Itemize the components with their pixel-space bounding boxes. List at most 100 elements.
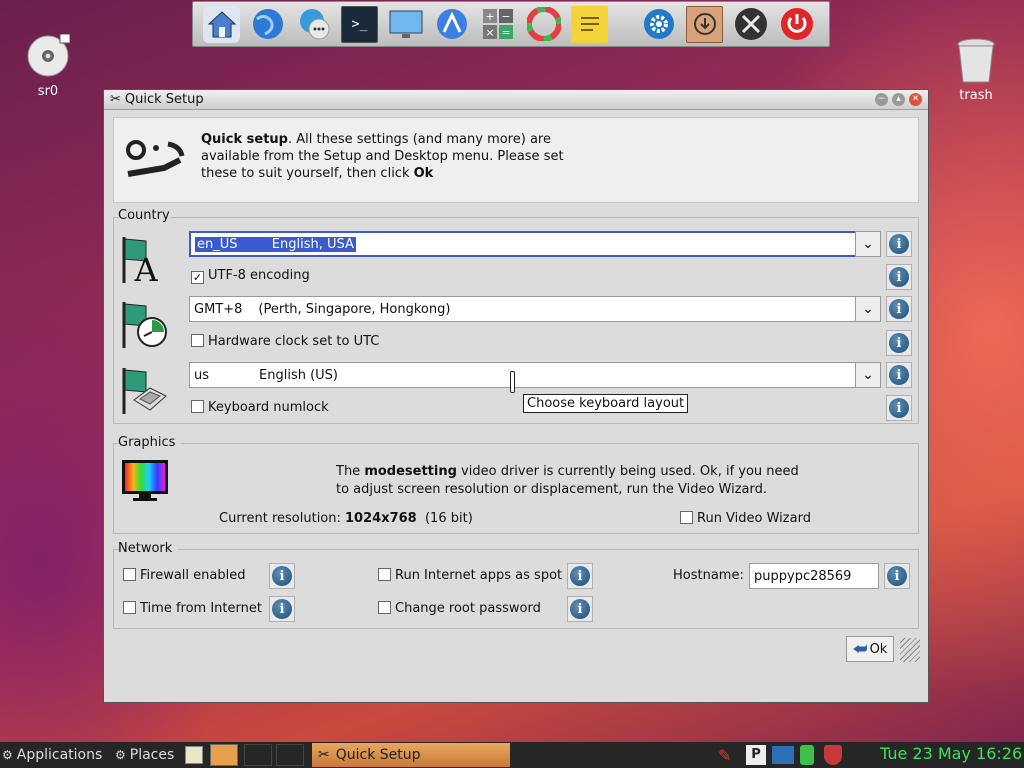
timesync-info-button[interactable]: i xyxy=(269,596,295,622)
terminal-icon[interactable]: >_ xyxy=(341,5,378,43)
chat-icon[interactable] xyxy=(295,6,332,43)
country-group-title: Country xyxy=(118,208,170,223)
info-icon: i xyxy=(889,299,909,319)
tray-network-icon[interactable] xyxy=(772,746,794,764)
workspace-1-button[interactable] xyxy=(210,744,238,766)
clock[interactable]: Tue 23 May 16:26 xyxy=(880,744,1022,763)
timesync-checkbox[interactable]: Time from Internet xyxy=(123,601,262,616)
minimize-icon[interactable]: − xyxy=(875,93,888,106)
svg-text:=: = xyxy=(501,26,510,39)
numlock-checkbox-box[interactable] xyxy=(191,400,204,413)
intro-panel: Quick setup. All these settings (and man… xyxy=(113,117,919,203)
tray-shield-icon[interactable] xyxy=(824,745,842,765)
workspace-2-button[interactable] xyxy=(244,744,272,766)
timezone-flag-icon xyxy=(122,302,167,348)
firewall-checkbox[interactable]: Firewall enabled xyxy=(123,568,245,583)
info-icon: i xyxy=(889,398,909,418)
spot-checkbox[interactable]: Run Internet apps as spot xyxy=(378,568,562,583)
keyboard-code: us xyxy=(194,367,210,383)
show-desktop-icon[interactable] xyxy=(185,746,203,764)
info-icon: i xyxy=(889,333,909,353)
keyboard-layout-select[interactable]: us English (US) xyxy=(189,362,857,388)
rootpw-checkbox[interactable]: Change root password xyxy=(378,601,541,616)
timezone-dropdown-button[interactable]: ⌄ xyxy=(855,296,881,322)
trash-desktop-icon[interactable]: trash xyxy=(950,38,1002,103)
package-icon[interactable] xyxy=(686,5,723,43)
locale-dropdown-button[interactable]: ⌄ xyxy=(855,231,881,257)
chevron-down-icon: ⌄ xyxy=(862,236,874,252)
hostname-info-button[interactable]: i xyxy=(884,563,910,589)
timesync-checkbox-box[interactable] xyxy=(123,601,136,614)
power-icon[interactable] xyxy=(778,6,815,43)
utf8-info-button[interactable]: i xyxy=(886,264,912,290)
applications-icon: ⚙ xyxy=(2,748,13,762)
window-title: Quick Setup xyxy=(124,92,204,107)
settings-icon[interactable] xyxy=(640,6,677,43)
locale-code: en_US xyxy=(197,236,238,252)
task-quick-setup[interactable]: ✂ Quick Setup xyxy=(312,743,510,767)
utf8-checkbox[interactable]: ✓ UTF-8 encoding xyxy=(191,268,310,284)
graphics-group-title: Graphics xyxy=(118,435,176,450)
spot-checkbox-box[interactable] xyxy=(378,568,391,581)
hostname-input[interactable]: puppypc28569 xyxy=(749,563,879,589)
locale-select[interactable]: en_US English, USA xyxy=(189,231,857,257)
return-arrow-icon: ⮨ xyxy=(852,639,868,658)
wrench-icon: ✂ xyxy=(318,747,330,763)
utf8-checkbox-box[interactable]: ✓ xyxy=(191,271,204,284)
quick-setup-window: ✂ Quick Setup − ▴ ✕ Quick setup. All the… xyxy=(103,89,929,703)
info-icon: i xyxy=(272,599,292,619)
hwclock-info-button[interactable]: i xyxy=(886,330,912,356)
wrench-icon: ✂ xyxy=(110,92,121,107)
timezone-code: GMT+8 xyxy=(194,301,243,317)
network-group-title: Network xyxy=(118,541,173,556)
firewall-info-button[interactable]: i xyxy=(269,563,295,589)
calculator-icon[interactable]: + − × = xyxy=(479,6,516,43)
locale-info-button[interactable]: i xyxy=(886,231,912,257)
timezone-select[interactable]: GMT+8 (Perth, Singapore, Hongkong) xyxy=(189,296,857,322)
numlock-info-button[interactable]: i xyxy=(886,395,912,421)
keyboard-info-button[interactable]: i xyxy=(886,362,912,388)
info-icon: i xyxy=(889,267,909,287)
tray-storage-icon[interactable] xyxy=(800,745,814,765)
color-wheel-icon[interactable] xyxy=(525,6,562,43)
places-menu[interactable]: ⚙ Places xyxy=(115,744,174,766)
video-wizard-checkbox[interactable]: Run Video Wizard xyxy=(680,511,811,526)
video-wizard-checkbox-box[interactable] xyxy=(680,511,693,524)
chevron-down-icon: ⌄ xyxy=(862,301,874,317)
keyboard-name: English (US) xyxy=(259,367,338,383)
applications-menu[interactable]: ⚙ Applications xyxy=(2,744,102,766)
tray-edit-icon[interactable]: ✎ xyxy=(718,746,731,765)
rootpw-info-button[interactable]: i xyxy=(567,596,593,622)
window-titlebar[interactable]: ✂ Quick Setup − ▴ ✕ xyxy=(104,90,928,110)
workspace-3-button[interactable] xyxy=(276,744,304,766)
locale-flag-icon: A xyxy=(122,237,158,285)
globe-browser-icon[interactable] xyxy=(249,6,286,43)
timezone-info-button[interactable]: i xyxy=(886,296,912,322)
maximize-icon[interactable]: ▴ xyxy=(892,93,905,106)
sr0-label: sr0 xyxy=(37,84,59,99)
tray-package-icon[interactable]: P xyxy=(746,745,766,765)
ok-button[interactable]: ⮨ Ok xyxy=(846,636,894,662)
numlock-checkbox[interactable]: Keyboard numlock xyxy=(191,400,329,415)
network-icon[interactable] xyxy=(433,6,470,43)
sr0-drive-icon[interactable]: sr0 xyxy=(22,33,74,99)
notes-icon[interactable] xyxy=(571,5,608,43)
rootpw-checkbox-box[interactable] xyxy=(378,601,391,614)
firewall-checkbox-box[interactable] xyxy=(123,568,136,581)
tools-icon[interactable] xyxy=(732,6,769,43)
home-icon[interactable] xyxy=(203,5,240,43)
intro-text: Quick setup. All these settings (and man… xyxy=(201,132,564,181)
resize-grip-icon[interactable] xyxy=(900,638,920,662)
network-group xyxy=(113,549,919,629)
svg-text:×: × xyxy=(485,26,494,39)
launcher-dock: >_ + − × = xyxy=(192,1,830,47)
hwclock-checkbox[interactable]: Hardware clock set to UTC xyxy=(191,334,379,349)
keyboard-dropdown-button[interactable]: ⌄ xyxy=(855,362,881,388)
display-icon xyxy=(122,460,168,501)
hwclock-checkbox-box[interactable] xyxy=(191,334,204,347)
close-icon[interactable]: ✕ xyxy=(909,93,922,106)
monitor-icon[interactable] xyxy=(387,6,424,43)
taskbar: ⚙ Applications ⚙ Places ✂ Quick Setup ✎ … xyxy=(0,742,1024,768)
spot-info-button[interactable]: i xyxy=(567,563,593,589)
places-icon: ⚙ xyxy=(115,748,126,762)
